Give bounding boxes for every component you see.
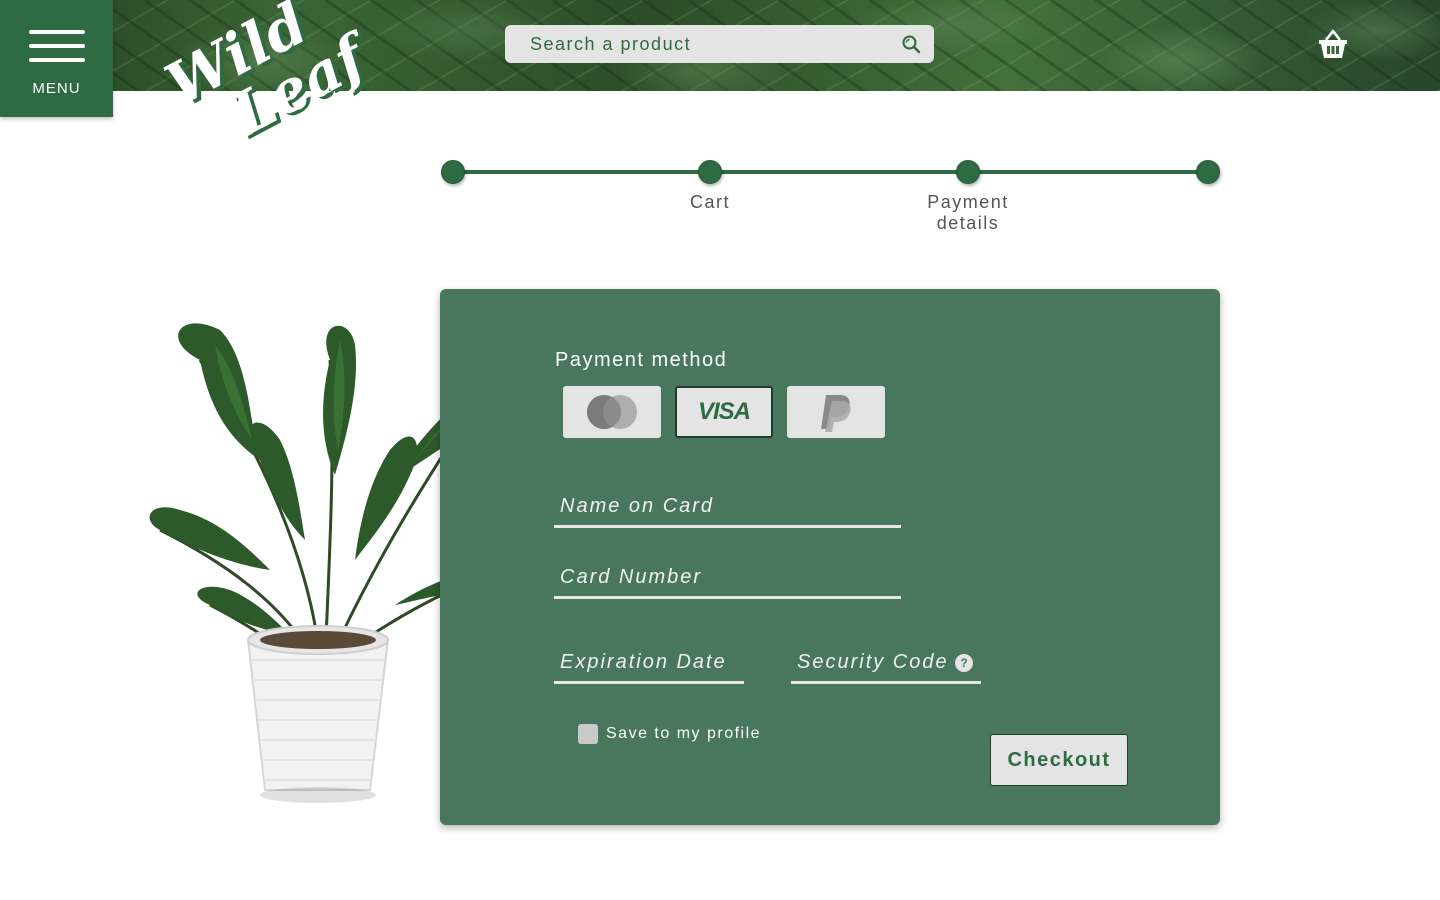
paypal-option[interactable] (787, 386, 885, 438)
mastercard-icon (587, 395, 637, 429)
name-on-card-field (554, 488, 901, 528)
wild-leaf-logo[interactable]: Wild Leaf (150, 0, 376, 149)
search-input[interactable] (528, 32, 900, 56)
search-bar (505, 25, 934, 63)
step-label-cart: Cart (689, 192, 730, 212)
expiration-date-input[interactable] (558, 650, 744, 675)
step-label-payment: Payment details (927, 192, 1009, 233)
step-dot-4[interactable] (1196, 160, 1220, 184)
save-profile-label: Save to my profile (606, 725, 762, 742)
menu-label: MENU (32, 80, 81, 97)
paypal-icon (821, 395, 851, 432)
payment-method-title: Payment method (555, 349, 728, 371)
step-dot-payment[interactable] (956, 160, 980, 184)
visa-icon: VISA (697, 398, 751, 425)
mastercard-option[interactable] (563, 386, 661, 438)
security-code-input[interactable] (795, 650, 949, 675)
visa-option[interactable]: VISA (675, 386, 773, 438)
expiration-date-field (554, 644, 744, 684)
hamburger-icon (28, 30, 85, 62)
progress-track (452, 170, 1208, 174)
name-on-card-input[interactable] (558, 494, 901, 519)
checkout-button[interactable]: Checkout (990, 734, 1128, 786)
save-to-profile-row: Save to my profile (578, 724, 761, 744)
save-profile-checkbox[interactable] (578, 724, 598, 744)
basket-icon[interactable] (1316, 28, 1350, 60)
checkout-progress: Cart Payment details (440, 159, 1222, 239)
card-number-input[interactable] (558, 565, 901, 590)
menu-button[interactable]: MENU (0, 0, 113, 117)
help-icon[interactable]: ? (955, 654, 973, 672)
step-dot-cart[interactable] (698, 160, 722, 184)
search-icon[interactable] (900, 33, 922, 55)
payment-panel: Payment method VISA ? Save to my profile… (440, 289, 1220, 825)
card-number-field (554, 559, 901, 599)
security-code-field: ? (791, 644, 981, 684)
step-dot-1[interactable] (441, 160, 465, 184)
